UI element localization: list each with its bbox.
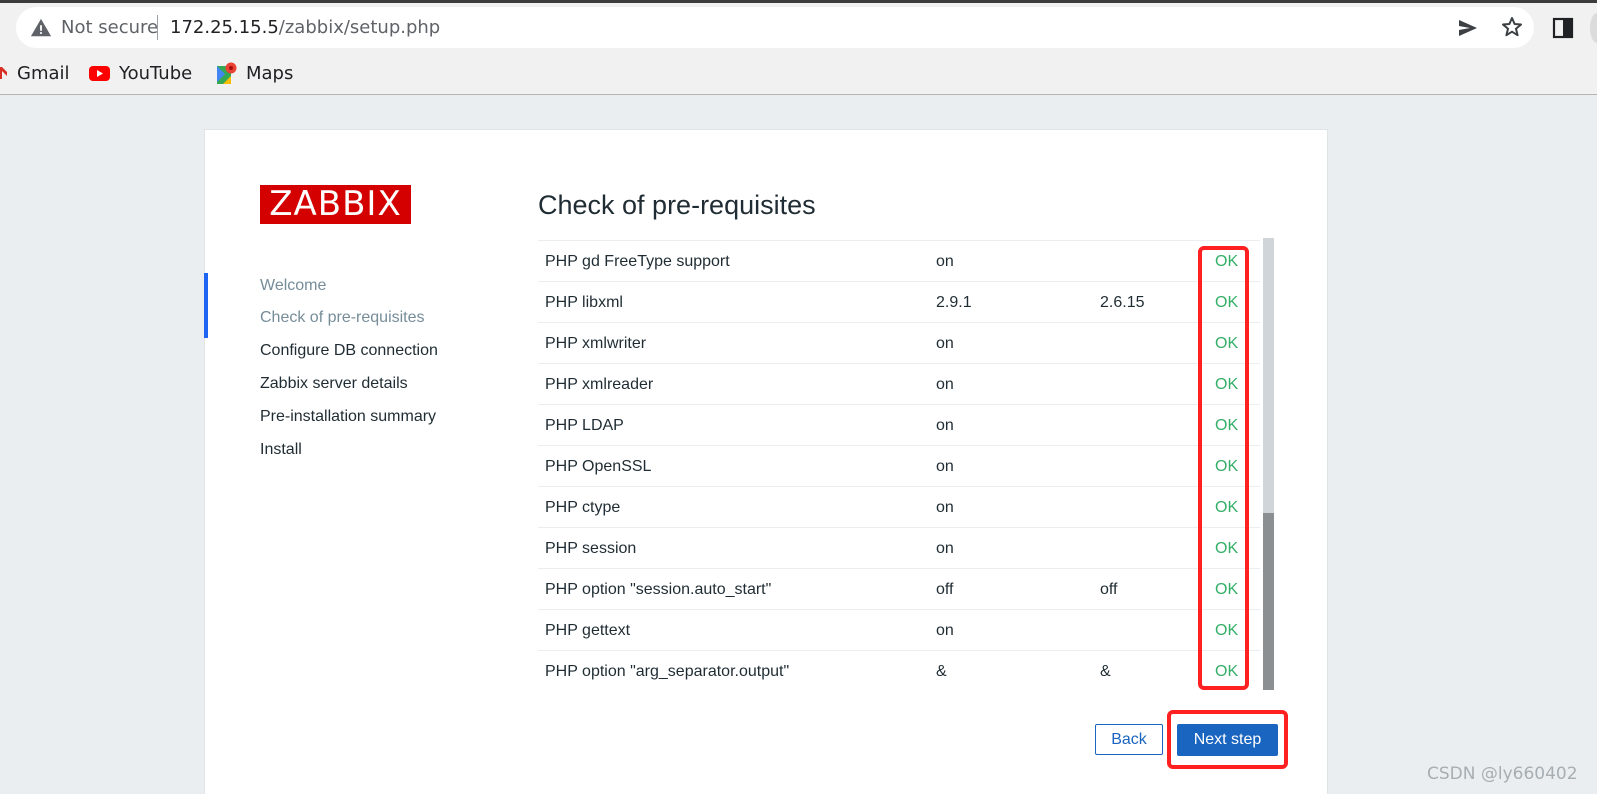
step-welcome: Welcome bbox=[260, 277, 327, 294]
requirement-name: PHP OpenSSL bbox=[545, 458, 652, 475]
table-row: PHP LDAP on OK bbox=[538, 404, 1260, 445]
step-preinstall-summary: Pre-installation summary bbox=[260, 408, 437, 425]
requirement-name: PHP gd FreeType support bbox=[545, 253, 730, 270]
send-icon[interactable] bbox=[1456, 16, 1480, 40]
bookmark-gmail[interactable]: Gmail bbox=[0, 58, 70, 88]
table-row: PHP session on OK bbox=[538, 527, 1260, 568]
current-value: on bbox=[936, 499, 954, 516]
current-value: on bbox=[936, 335, 954, 352]
step-configure-db: Configure DB connection bbox=[260, 342, 438, 359]
browser-toolbar: Not secure 172.25.15.5/zabbix/setup.php bbox=[0, 3, 1597, 52]
next-step-button[interactable]: Next step bbox=[1177, 724, 1278, 756]
star-icon[interactable] bbox=[1500, 15, 1524, 39]
current-value: on bbox=[936, 417, 954, 434]
current-value: 2.9.1 bbox=[936, 294, 972, 311]
requirement-name: PHP libxml bbox=[545, 294, 623, 311]
current-value: on bbox=[936, 622, 954, 639]
table-row: PHP libxml 2.9.1 2.6.15 OK bbox=[538, 281, 1260, 322]
bookmarks-bar: Gmail YouTube Maps bbox=[0, 52, 1597, 95]
bookmark-label: YouTube bbox=[119, 62, 193, 84]
address-bar[interactable]: Not secure 172.25.15.5/zabbix/setup.php bbox=[16, 7, 1534, 48]
step-check-prerequisites: Check of pre-requisites bbox=[260, 309, 425, 326]
bookmark-label: Maps bbox=[246, 62, 294, 84]
table-row: PHP gettext on OK bbox=[538, 609, 1260, 650]
back-button[interactable]: Back bbox=[1095, 724, 1163, 755]
required-value: & bbox=[1100, 663, 1111, 680]
requirement-name: PHP ctype bbox=[545, 499, 621, 516]
table-row: PHP option "session.auto_start" off off OK bbox=[538, 568, 1260, 609]
url-path: /zabbix/setup.php bbox=[278, 17, 441, 38]
setup-card: ZABBIX Welcome Check of pre-requisites C… bbox=[204, 129, 1328, 794]
current-value: on bbox=[936, 540, 954, 557]
requirements-table: PHP gd FreeType support on OK PHP libxml 2.9… bbox=[538, 238, 1260, 682]
maps-icon bbox=[217, 62, 237, 84]
table-row: PHP ctype on OK bbox=[538, 486, 1260, 527]
requirement-name: PHP option "session.auto_start" bbox=[545, 581, 772, 598]
requirement-name: PHP session bbox=[545, 540, 637, 557]
highlight-ok-column bbox=[1198, 246, 1249, 690]
security-label[interactable]: Not secure bbox=[61, 17, 158, 39]
table-row: PHP xmlreader on OK bbox=[538, 363, 1260, 404]
warning-icon[interactable] bbox=[30, 17, 52, 39]
step-install: Install bbox=[260, 441, 302, 458]
current-value: & bbox=[936, 663, 947, 680]
bookmark-maps[interactable]: Maps bbox=[217, 58, 293, 88]
address-separator bbox=[157, 15, 158, 40]
current-value: on bbox=[936, 253, 954, 270]
requirement-name: PHP xmlwriter bbox=[545, 335, 647, 352]
current-value: on bbox=[936, 376, 954, 393]
table-row: PHP OpenSSL on OK bbox=[538, 445, 1260, 486]
current-value: off bbox=[936, 581, 954, 598]
requirement-name: PHP option "arg_separator.output" bbox=[545, 663, 790, 680]
url-host: 172.25.15.5 bbox=[170, 17, 279, 38]
required-value: 2.6.15 bbox=[1100, 294, 1145, 311]
profile-avatar[interactable] bbox=[1590, 13, 1597, 43]
bookmark-label: Gmail bbox=[17, 62, 70, 84]
page-title: Check of pre-requisites bbox=[538, 190, 816, 220]
requirement-name: PHP LDAP bbox=[545, 417, 624, 434]
current-value: on bbox=[936, 458, 954, 475]
required-value: off bbox=[1100, 581, 1118, 598]
side-panel-icon[interactable] bbox=[1552, 17, 1574, 39]
step-server-details: Zabbix server details bbox=[260, 375, 408, 392]
gmail-icon bbox=[0, 67, 7, 79]
url-text[interactable]: 172.25.15.5/zabbix/setup.php bbox=[170, 17, 440, 39]
requirement-name: PHP xmlreader bbox=[545, 376, 654, 393]
table-row: PHP xmlwriter on OK bbox=[538, 322, 1260, 363]
scrollbar-thumb[interactable] bbox=[1263, 513, 1274, 690]
table-row: PHP option "arg_separator.output" & & OK bbox=[538, 650, 1260, 682]
requirement-name: PHP gettext bbox=[545, 622, 631, 639]
zabbix-logo: ZABBIX bbox=[260, 185, 411, 224]
table-row: PHP gd FreeType support on OK bbox=[538, 240, 1260, 281]
watermark: CSDN @ly660402 bbox=[1427, 764, 1578, 784]
current-step-marker bbox=[204, 273, 208, 338]
bookmark-youtube[interactable]: YouTube bbox=[89, 58, 192, 88]
youtube-icon bbox=[89, 65, 110, 81]
